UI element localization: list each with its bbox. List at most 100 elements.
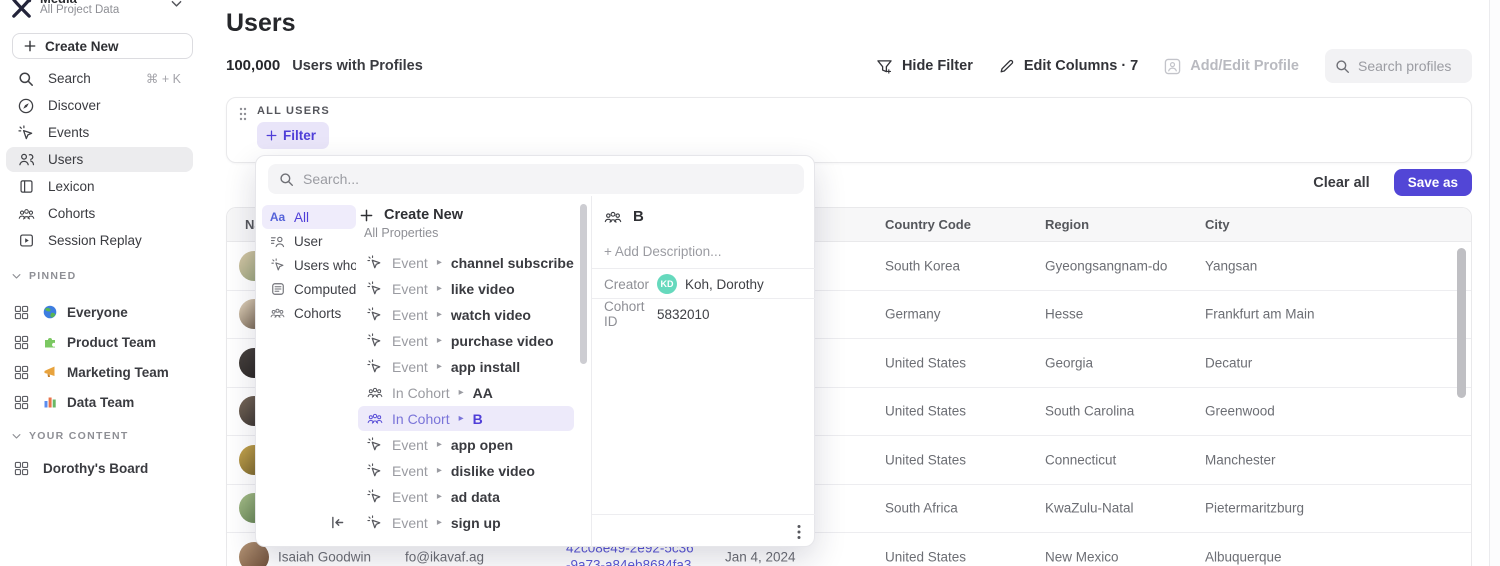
search-profiles-box (1325, 49, 1472, 83)
cell-country-code: United States (885, 452, 966, 467)
category-computed[interactable]: Computed (262, 277, 356, 301)
pinned-section-header[interactable]: PINNED (12, 268, 192, 284)
table-scrollbar[interactable] (1457, 248, 1466, 398)
cell-region: New Mexico (1045, 549, 1119, 564)
add-description-button[interactable]: + Add Description... (604, 244, 721, 259)
profile-count-label[interactable]: Users with Profiles (292, 58, 423, 74)
category-label: Computed (294, 282, 356, 297)
sidebar-item-session-replay[interactable]: Session Replay (6, 228, 193, 253)
property-item-event[interactable]: Event▸ app open (358, 432, 574, 457)
event-sparkle-icon (366, 515, 383, 530)
plus-icon (360, 209, 373, 222)
category-cohorts[interactable]: Cohorts (262, 301, 356, 325)
hide-filter-button[interactable]: Hide Filter (876, 58, 973, 74)
category-all[interactable]: Aa All (262, 205, 356, 229)
drag-handle-icon[interactable] (239, 107, 247, 121)
users-icon (17, 151, 35, 169)
text-aa-icon: Aa (269, 210, 286, 224)
cohorts-icon (366, 386, 383, 399)
computed-icon (269, 282, 286, 296)
board-label: Data Team (67, 395, 134, 410)
cohorts-icon (366, 412, 383, 425)
property-item-cohort[interactable]: In Cohort▸ AA (358, 380, 574, 405)
page-title: Users (226, 9, 296, 38)
category-label: User (294, 234, 323, 249)
your-content-section-header[interactable]: YOUR CONTENT (12, 428, 192, 444)
window-scrollbar[interactable] (1489, 0, 1500, 566)
bar-chart-icon (43, 395, 60, 409)
edit-columns-button[interactable]: Edit Columns · 7 (999, 58, 1138, 74)
cell-city: Decatur (1205, 355, 1252, 370)
add-edit-profile-button[interactable]: Add/Edit Profile (1164, 58, 1299, 75)
puzzle-icon (43, 335, 60, 349)
cell-city: Greenwood (1205, 404, 1275, 419)
sidebar-item-discover[interactable]: Discover (6, 93, 193, 118)
more-options-icon[interactable] (797, 524, 801, 540)
cell-country-code: United States (885, 549, 966, 564)
sidebar-item-label: Session Replay (48, 233, 142, 248)
sidebar-item-label: Events (48, 125, 89, 140)
search-profiles-input[interactable] (1358, 58, 1463, 74)
sidebar-board-everyone[interactable]: Everyone (6, 300, 193, 324)
add-filter-button[interactable]: Filter (257, 122, 329, 149)
clear-all-button[interactable]: Clear all (1313, 175, 1369, 191)
column-header-country-code[interactable]: Country Code (885, 217, 971, 232)
creator-label: Creator (604, 277, 657, 292)
sidebar-board-marketing-team[interactable]: Marketing Team (6, 360, 193, 384)
cell-country-code: South Korea (885, 258, 960, 273)
cell-region: Georgia (1045, 355, 1093, 370)
property-item-event[interactable]: Event▸ like video (358, 276, 574, 301)
sidebar-item-events[interactable]: Events (6, 120, 193, 145)
category-user[interactable]: User (262, 229, 356, 253)
filter-dropdown: Aa All User Users who di... Computed Coh… (255, 155, 815, 547)
sidebar-item-lexicon[interactable]: Lexicon (6, 174, 193, 199)
dropdown-scrollbar[interactable] (580, 204, 587, 364)
board-grid-icon (14, 365, 30, 380)
property-item-event[interactable]: Event▸ dislike video (358, 458, 574, 483)
property-item-event[interactable]: Event▸ ad data (358, 484, 574, 509)
column-header-city[interactable]: City (1205, 217, 1230, 232)
event-sparkle-icon (366, 307, 383, 322)
dropdown-create-new-button[interactable]: Create New (360, 202, 463, 228)
property-item-event[interactable]: Event▸ purchase video (358, 328, 574, 353)
cell-city: Manchester (1205, 452, 1276, 467)
search-icon (17, 70, 35, 88)
save-as-button[interactable]: Save as (1394, 169, 1472, 196)
cell-country-code: Germany (885, 307, 941, 322)
cell-country-code: United States (885, 355, 966, 370)
sidebar-board-product-team[interactable]: Product Team (6, 330, 193, 354)
property-item-cohort-b[interactable]: In Cohort▸ B (358, 406, 574, 431)
filter-button-label: Filter (283, 128, 316, 143)
sidebar-board-dorothys-board[interactable]: Dorothy's Board (6, 456, 193, 480)
cohort-id-row: Cohort ID 5832010 (604, 304, 810, 324)
user-properties-icon (269, 235, 286, 248)
sidebar-board-data-team[interactable]: Data Team (6, 390, 193, 414)
cohorts-icon (17, 205, 35, 223)
event-sparkle-icon (366, 437, 383, 452)
category-users-who-did[interactable]: Users who di... (262, 253, 356, 277)
filter-group-label: ALL USERS (257, 105, 330, 117)
replay-icon (17, 232, 35, 250)
property-item-event[interactable]: Event▸ app install (358, 354, 574, 379)
dropdown-search-input[interactable] (303, 171, 763, 187)
project-selector[interactable]: Media All Project Data (6, 0, 204, 28)
event-sparkle-icon (366, 359, 383, 374)
sidebar-item-label: Discover (48, 98, 101, 113)
property-item-event[interactable]: Event▸ channel subscribe (358, 250, 574, 275)
book-icon (17, 178, 35, 196)
cell-city: Frankfurt am Main (1205, 307, 1315, 322)
pencil-icon (999, 58, 1015, 74)
column-header-region[interactable]: Region (1045, 217, 1089, 232)
sidebar-item-search[interactable]: Search ⌘ + K (6, 66, 193, 91)
collapse-panel-icon[interactable] (330, 516, 345, 529)
chevron-down-icon (171, 0, 182, 8)
section-label: YOUR CONTENT (29, 430, 129, 442)
sidebar-item-cohorts[interactable]: Cohorts (6, 201, 193, 226)
property-item-event[interactable]: Event▸ sign up (358, 510, 574, 535)
cell-country-code: South Africa (885, 501, 958, 516)
chevron-right-icon: ▸ (437, 517, 442, 528)
sidebar-item-users[interactable]: Users (6, 147, 193, 172)
property-item-event[interactable]: Event▸ watch video (358, 302, 574, 327)
cell-region: Connecticut (1045, 452, 1116, 467)
create-new-button[interactable]: Create New (12, 33, 193, 59)
